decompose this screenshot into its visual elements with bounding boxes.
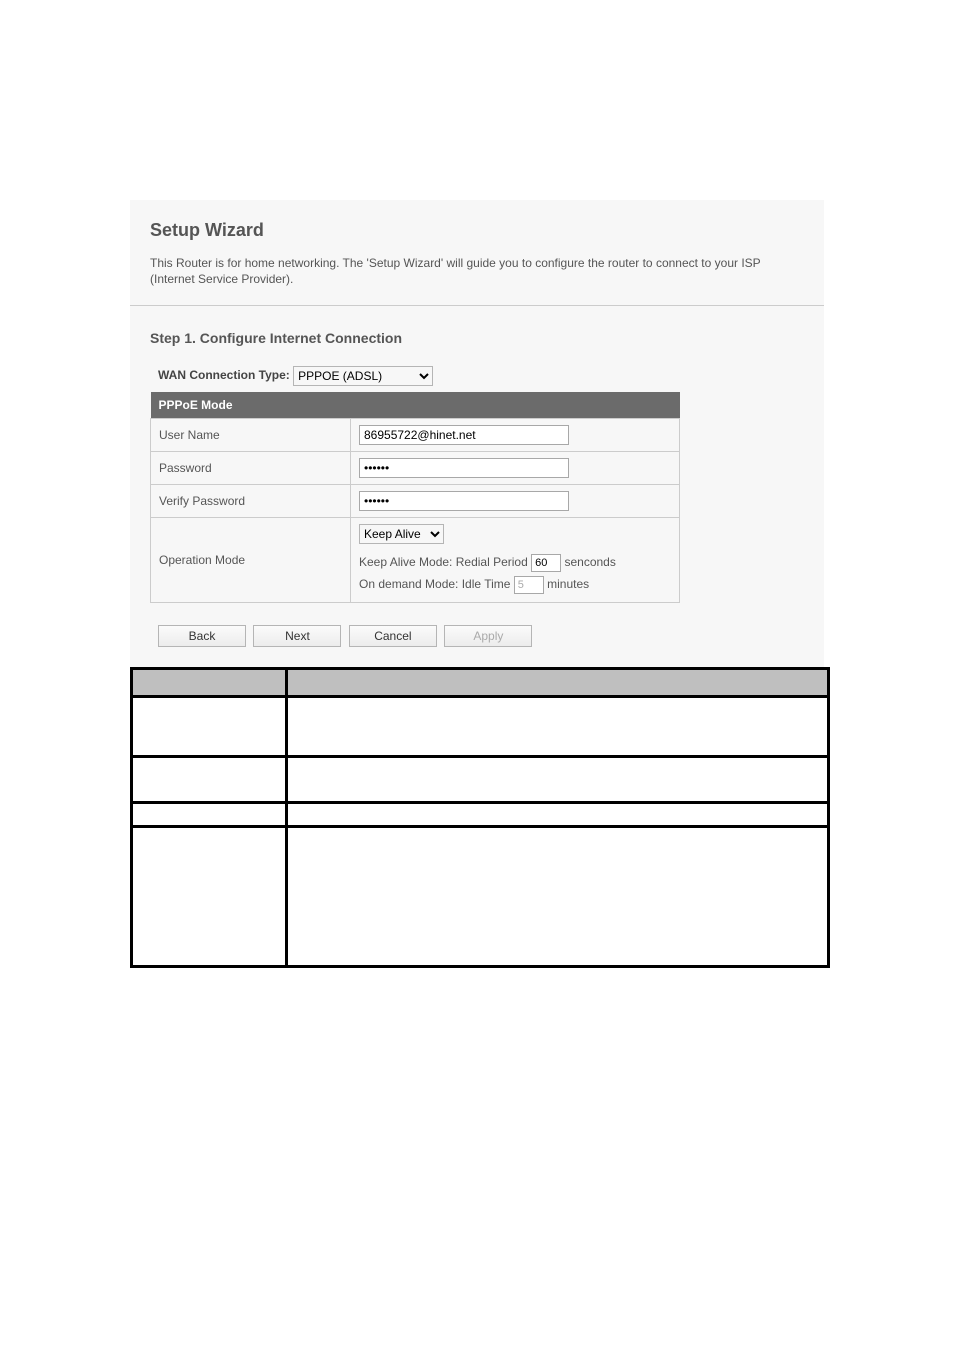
password-label: Password (151, 452, 351, 485)
pppoe-header: PPPoE Mode (151, 392, 680, 419)
keep-alive-text: Keep Alive Mode: Redial Period (359, 555, 528, 569)
on-demand-unit: minutes (547, 577, 589, 591)
idle-time-input[interactable] (514, 576, 544, 594)
ref-r4-right (287, 826, 829, 966)
setup-wizard-panel: Setup Wizard This Router is for home net… (130, 200, 824, 667)
back-button[interactable]: Back (158, 625, 246, 647)
button-row: Back Next Cancel Apply (150, 625, 804, 647)
user-name-input[interactable] (359, 425, 569, 445)
cancel-button[interactable]: Cancel (349, 625, 437, 647)
ref-r2-left (132, 756, 287, 802)
keep-alive-unit: senconds (564, 555, 615, 569)
apply-button[interactable]: Apply (444, 625, 532, 647)
ref-r4-left (132, 826, 287, 966)
operation-mode-label: Operation Mode (151, 518, 351, 602)
ref-r2-right (287, 756, 829, 802)
on-demand-text: On demand Mode: Idle Time (359, 577, 510, 591)
verify-password-input[interactable] (359, 491, 569, 511)
on-demand-row: On demand Mode: Idle Time minutes (359, 574, 671, 596)
ref-r3-right (287, 802, 829, 826)
wan-connection-select[interactable]: PPPOE (ADSL) (293, 366, 433, 386)
ref-r3-left (132, 802, 287, 826)
page-title: Setup Wizard (150, 220, 804, 241)
ref-header-left (132, 668, 287, 696)
reference-table (130, 667, 830, 968)
next-button[interactable]: Next (253, 625, 341, 647)
operation-mode-select[interactable]: Keep Alive (359, 524, 444, 544)
user-name-label: User Name (151, 419, 351, 452)
pppoe-table: PPPoE Mode User Name Password Verify Pas… (150, 392, 680, 602)
step-title: Step 1. Configure Internet Connection (150, 330, 804, 346)
wan-connection-row: WAN Connection Type: PPPOE (ADSL) (150, 366, 804, 386)
divider (130, 305, 824, 306)
redial-period-input[interactable] (531, 554, 561, 572)
intro-text: This Router is for home networking. The … (150, 255, 804, 287)
ref-r1-right (287, 696, 829, 756)
keep-alive-row: Keep Alive Mode: Redial Period senconds (359, 552, 671, 574)
ref-header-right (287, 668, 829, 696)
ref-r1-left (132, 696, 287, 756)
wan-connection-label: WAN Connection Type: (158, 369, 290, 383)
verify-password-label: Verify Password (151, 485, 351, 518)
password-input[interactable] (359, 458, 569, 478)
